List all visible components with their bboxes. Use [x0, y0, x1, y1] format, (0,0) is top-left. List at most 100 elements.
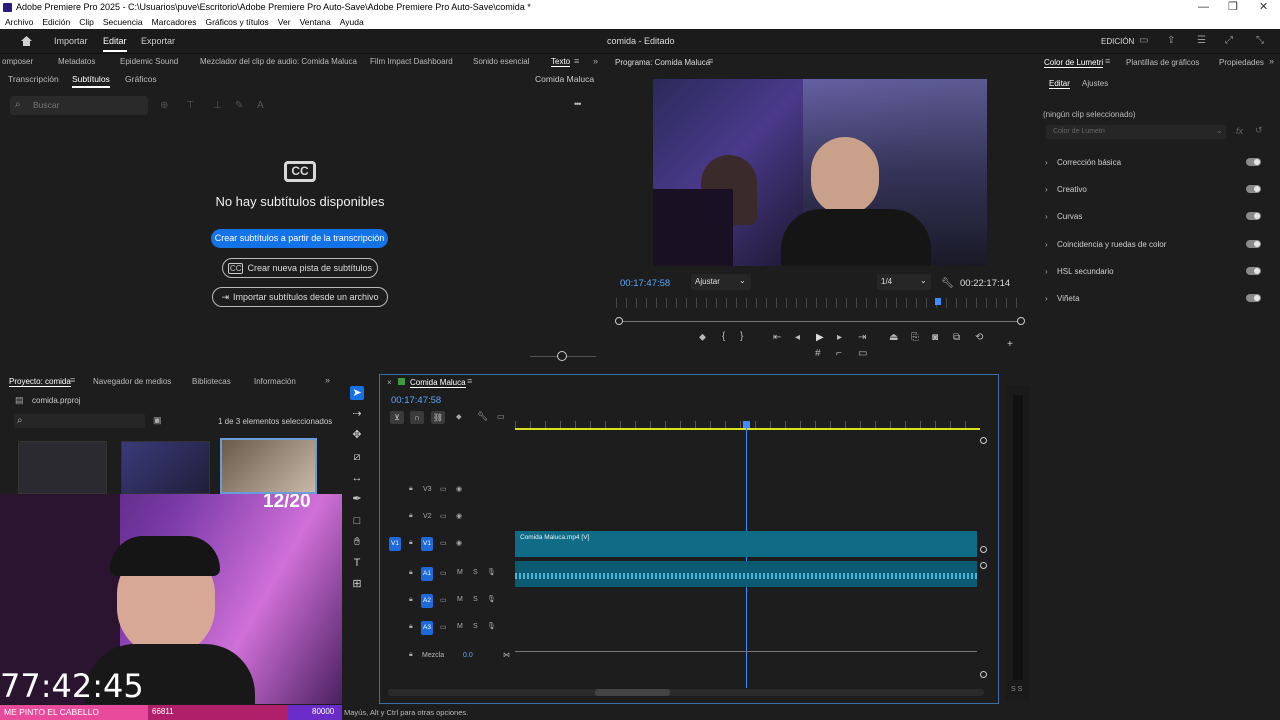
lumetri-creative[interactable]: Creativo — [1057, 185, 1087, 194]
audio-scroll-top-handle[interactable] — [980, 562, 987, 569]
header-edit[interactable]: Editar — [103, 29, 127, 54]
lumetri-menu-icon[interactable]: ≡ — [1105, 56, 1110, 66]
step-back-icon[interactable]: ◂ — [795, 333, 800, 343]
marker-icon[interactable]: ⬥ — [699, 333, 706, 343]
tab-audio-mixer[interactable]: Mezclador del clip de audio: Comida Malu… — [200, 57, 357, 66]
tab-menu-icon[interactable]: ≡ — [574, 56, 579, 66]
chevron-right-icon[interactable]: › — [1045, 294, 1048, 303]
lock-icon[interactable]: 🔒︎ — [409, 512, 413, 520]
rectangle-tool-icon[interactable]: □ — [350, 514, 364, 528]
lift-icon[interactable]: ⏏ — [889, 333, 898, 343]
insert-sequence-icon[interactable]: ⊻ — [390, 411, 404, 424]
lumetri-basic-correction[interactable]: Corrección básica — [1057, 158, 1121, 167]
solo-icon[interactable]: S — [473, 569, 478, 576]
mic-icon[interactable]: 🎙︎ — [487, 568, 496, 576]
tab-essential-sound[interactable]: Sonido esencial — [473, 57, 529, 66]
tab-composer[interactable]: omposer — [2, 57, 33, 66]
subtab-graphics[interactable]: Gráficos — [125, 74, 157, 84]
linked-selection-icon[interactable]: ⛓︎ — [431, 411, 445, 424]
track-v1-label[interactable]: V1 — [421, 537, 433, 551]
new-subtitle-track-button[interactable]: CC Crear nueva pista de subtítulos — [222, 258, 378, 278]
sync-icon[interactable]: ▭ — [440, 539, 447, 547]
wrench-icon[interactable]: 🔧︎ — [941, 278, 954, 289]
lock-icon[interactable]: 🔒︎ — [409, 623, 413, 631]
track-select-tool-icon[interactable]: ⇢ — [350, 407, 364, 421]
vignette-toggle[interactable] — [1246, 294, 1261, 302]
frame-icon[interactable]: ▭ — [858, 349, 867, 359]
timeline-settings-icon[interactable]: 🔧︎ — [477, 411, 488, 422]
lock-icon[interactable]: 🔒︎ — [409, 569, 413, 577]
track-a2-label[interactable]: A2 — [421, 594, 433, 608]
lumetri-color-wheels[interactable]: Coincidencia y ruedas de color — [1057, 240, 1166, 249]
selection-tool-icon[interactable]: ➤ — [350, 386, 364, 400]
eye-icon[interactable]: ◉ — [456, 485, 462, 493]
ripple-edit-tool-icon[interactable]: ✥ — [350, 428, 364, 442]
eye-icon[interactable]: ◉ — [456, 539, 462, 547]
safe-margins-icon[interactable]: # — [815, 349, 821, 359]
camera-icon[interactable]: ◙ — [932, 333, 938, 343]
maximize-button[interactable]: ❐ — [1228, 0, 1238, 15]
menu-edicion[interactable]: Edición — [42, 15, 70, 29]
overflow-tabs-icon[interactable]: » — [1269, 56, 1274, 66]
lock-icon[interactable]: 🔒︎ — [409, 651, 413, 659]
tab-epidemic-sound[interactable]: Epidemic Sound — [120, 57, 178, 66]
progress-icon[interactable]: ☰ — [1197, 36, 1206, 46]
lumetri-curves[interactable]: Curvas — [1057, 212, 1082, 221]
track-a3-label[interactable]: A3 — [421, 621, 433, 635]
scroll-handle-left[interactable] — [615, 317, 623, 325]
project-menu-icon[interactable]: ≡ — [70, 375, 75, 385]
basic-correction-toggle[interactable] — [1246, 158, 1261, 166]
tab-info[interactable]: Información — [254, 377, 296, 386]
fx-icon[interactable]: fx — [1236, 126, 1243, 136]
step-forward-icon[interactable]: ▸ — [837, 333, 842, 343]
program-menu-icon[interactable]: ≡ — [708, 56, 713, 66]
play-icon[interactable]: ▶ — [816, 333, 824, 343]
quick-export-icon[interactable]: ⤢ — [1225, 36, 1233, 46]
tab-media-browser[interactable]: Navegador de medios — [93, 377, 171, 386]
header-export[interactable]: Exportar — [141, 29, 175, 54]
vertical-scroll-top-handle[interactable] — [980, 437, 987, 444]
sync-icon[interactable]: ▭ — [440, 596, 447, 604]
tab-project[interactable]: Proyecto: comida — [9, 377, 71, 387]
color-wheels-toggle[interactable] — [1246, 240, 1261, 248]
chevron-right-icon[interactable]: › — [1045, 240, 1048, 249]
source-v1-patch[interactable]: V1 — [389, 537, 401, 551]
workspaces-icon[interactable]: ▭ — [1139, 36, 1148, 46]
close-button[interactable]: ✕ — [1259, 0, 1268, 15]
menu-ver[interactable]: Ver — [278, 15, 291, 29]
type-tool-icon[interactable]: T — [350, 556, 364, 570]
program-ruler[interactable] — [616, 298, 1026, 308]
mute-icon[interactable]: M — [457, 596, 463, 603]
timeline-timecode[interactable]: 00:17:47:58 — [391, 395, 441, 406]
split-caption-icon[interactable]: ⊤ — [186, 101, 195, 111]
tab-graphics-templates[interactable]: Plantillas de gráficos — [1126, 58, 1199, 67]
razor-tool-icon[interactable]: ⧄ — [350, 450, 364, 464]
lock-icon[interactable]: 🔒︎ — [409, 596, 413, 604]
crop-icon[interactable]: ⌐ — [836, 349, 842, 359]
menu-ventana[interactable]: Ventana — [300, 15, 331, 29]
eye-icon[interactable]: ◉ — [456, 512, 462, 520]
menu-marcadores[interactable]: Marcadores — [152, 15, 197, 29]
import-subtitles-button[interactable]: ⇥ Importar subtítulos desde un archivo — [212, 287, 388, 307]
program-scrollbar[interactable] — [619, 321, 1021, 322]
lumetri-settings-tab[interactable]: Ajustes — [1082, 79, 1108, 88]
add-marker-icon[interactable]: ⬥ — [456, 412, 462, 422]
tab-texto[interactable]: Texto — [551, 57, 571, 67]
minimize-button[interactable]: — — [1198, 0, 1209, 15]
hsl-toggle[interactable] — [1246, 267, 1261, 275]
lock-icon[interactable]: 🔒︎ — [409, 539, 413, 547]
mute-icon[interactable]: M — [457, 569, 463, 576]
zoom-slider-handle[interactable] — [557, 351, 567, 361]
project-thumb-2[interactable] — [121, 441, 210, 494]
edit-icon[interactable]: ✎ — [235, 101, 243, 111]
vr-icon[interactable]: ⟲ — [975, 333, 983, 343]
timeline-menu-icon[interactable]: ≡ — [467, 376, 472, 386]
add-caption-icon[interactable]: ⊕ — [160, 101, 168, 111]
chevron-right-icon[interactable]: › — [1045, 158, 1048, 167]
chevron-right-icon[interactable]: › — [1045, 212, 1048, 221]
timeline-playhead-line[interactable] — [746, 428, 747, 688]
program-video-frame[interactable] — [653, 79, 987, 266]
go-to-in-icon[interactable]: ⇤ — [773, 333, 781, 343]
more-options-icon[interactable]: ••• — [574, 99, 582, 109]
workspace-label[interactable]: EDICIÓN — [1101, 29, 1134, 54]
